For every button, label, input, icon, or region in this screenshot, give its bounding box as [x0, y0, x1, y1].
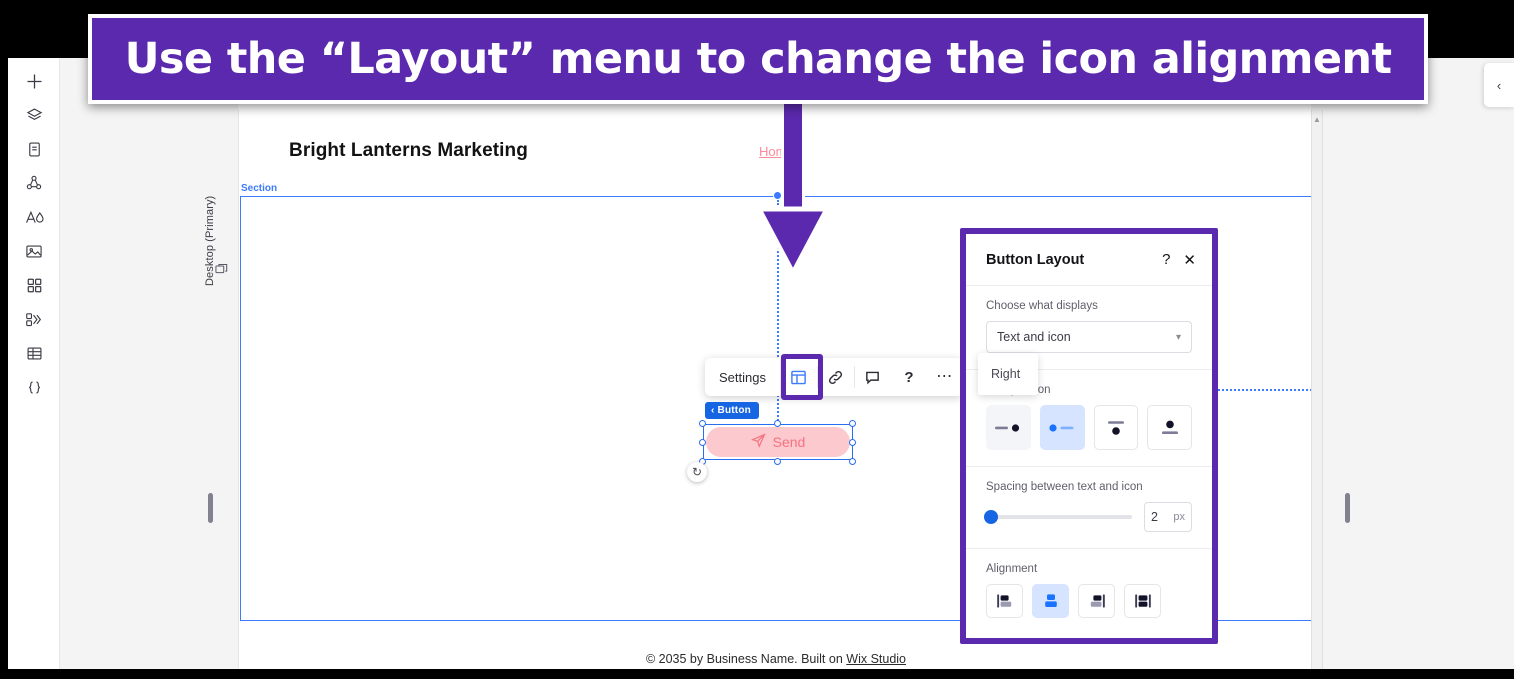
alignment-label: Alignment [986, 563, 1038, 575]
question-icon: ? [904, 368, 914, 386]
scroll-up-arrow-icon[interactable]: ▲ [1313, 116, 1321, 124]
alignment-section: Alignment [966, 549, 1212, 634]
site-title: Bright Lanterns Marketing [289, 140, 528, 161]
display-mode-select[interactable]: Text and icon ▾ [986, 321, 1192, 353]
canvas-resize-handle-left[interactable] [208, 493, 213, 523]
spacing-label: Spacing between text and icon [986, 481, 1143, 493]
footer-prefix: © 2035 by Business Name. Built on [645, 652, 847, 666]
icon-position-options [986, 405, 1192, 450]
comment-button[interactable] [855, 358, 891, 396]
ellipsis-icon: ⋯ [936, 368, 954, 385]
send-button-label: Send [772, 434, 806, 450]
apps-icon[interactable] [8, 166, 60, 200]
resize-handle-tr[interactable] [849, 420, 856, 427]
spacing-value: 2 [1151, 510, 1158, 524]
panel-title: Button Layout [986, 251, 1085, 268]
left-toolbar-rail [8, 58, 60, 669]
rotate-handle[interactable]: ↻ [687, 462, 707, 482]
panel-header: Button Layout ? ✕ [966, 234, 1212, 286]
resize-handle-mr[interactable] [849, 439, 856, 446]
spacing-section: Spacing between text and icon 2 px [966, 467, 1212, 549]
icon-position-top[interactable] [1147, 405, 1192, 450]
dev-mode-icon[interactable] [8, 370, 60, 404]
element-toolbar: Settings ? ⋯ [705, 358, 963, 396]
selected-button-frame[interactable]: Send [699, 420, 856, 465]
layout-button[interactable] [781, 358, 817, 396]
more-button[interactable]: ⋯ [927, 358, 963, 396]
spacing-control-row: 2 px [984, 502, 1192, 532]
align-right[interactable] [1078, 584, 1115, 618]
desktop-viewport-icon [215, 263, 228, 281]
screenshot-root: Desktop (Primary) Bright Lanterns Market… [0, 0, 1514, 679]
media-icon[interactable] [8, 234, 60, 268]
resize-handle-br[interactable] [849, 458, 856, 465]
footer-text: © 2035 by Business Name. Built on Wix St… [239, 652, 1312, 666]
icon-position-bottom[interactable] [1093, 405, 1139, 450]
canvas-gutter-right [1311, 58, 1514, 669]
footer-link-wix-studio[interactable]: Wix Studio [846, 652, 906, 666]
icon-position-left[interactable] [1039, 405, 1085, 450]
element-type-badge[interactable]: ‹ Button [705, 402, 759, 419]
editor-window: Desktop (Primary) Bright Lanterns Market… [8, 58, 1514, 669]
panel-close-icon[interactable]: ✕ [1183, 251, 1196, 269]
button-layout-panel: Button Layout ? ✕ Choose what displays T… [966, 234, 1212, 638]
icon-position-tooltip: Right [978, 353, 1038, 395]
pages-icon[interactable] [8, 132, 60, 166]
add-icon[interactable] [8, 64, 60, 98]
link-button[interactable] [818, 358, 854, 396]
spacing-slider-thumb[interactable] [984, 510, 998, 524]
spacing-unit: px [1173, 511, 1185, 523]
send-button[interactable]: Send [706, 427, 850, 457]
spacing-number-input[interactable]: 2 px [1144, 502, 1192, 532]
resize-handle-bc[interactable] [774, 458, 781, 465]
send-paper-plane-icon [750, 433, 766, 451]
section-label: Section [241, 183, 278, 194]
alignment-options [986, 584, 1192, 618]
resize-handle-tl[interactable] [699, 420, 706, 427]
cms-icon[interactable] [8, 336, 60, 370]
element-type-badge-label: Button [717, 405, 751, 416]
choose-what-displays-label: Choose what displays [986, 300, 1098, 312]
resize-handle-ml[interactable] [699, 439, 706, 446]
collapse-panel-button[interactable]: ‹ [1484, 63, 1514, 107]
callout-banner-text: Use the “Layout” menu to change the icon… [124, 34, 1392, 84]
sections-icon[interactable] [8, 268, 60, 302]
chevron-down-icon: ▾ [1175, 331, 1181, 343]
canvas-gutter-left [60, 58, 238, 669]
panel-help-icon[interactable]: ? [1162, 251, 1170, 268]
canvas-resize-handle-right[interactable] [1345, 493, 1350, 523]
align-left[interactable] [986, 584, 1023, 618]
display-mode-value: Text and icon [997, 330, 1071, 344]
settings-button[interactable]: Settings [705, 358, 781, 396]
help-button[interactable]: ? [891, 358, 927, 396]
align-center[interactable] [1032, 584, 1069, 618]
layers-icon[interactable] [8, 98, 60, 132]
icon-position-right[interactable] [986, 405, 1031, 450]
callout-arrow-head [755, 205, 831, 277]
callout-banner: Use the “Layout” menu to change the icon… [88, 14, 1428, 104]
spacing-slider[interactable] [984, 510, 1132, 524]
resize-handle-tc[interactable] [774, 420, 781, 427]
text-icon[interactable] [8, 200, 60, 234]
canvas-vertical-scrollbar[interactable] [1311, 110, 1323, 669]
callout-arrow-stem [781, 100, 805, 220]
interactions-icon[interactable] [8, 302, 60, 336]
align-justify[interactable] [1124, 584, 1161, 618]
